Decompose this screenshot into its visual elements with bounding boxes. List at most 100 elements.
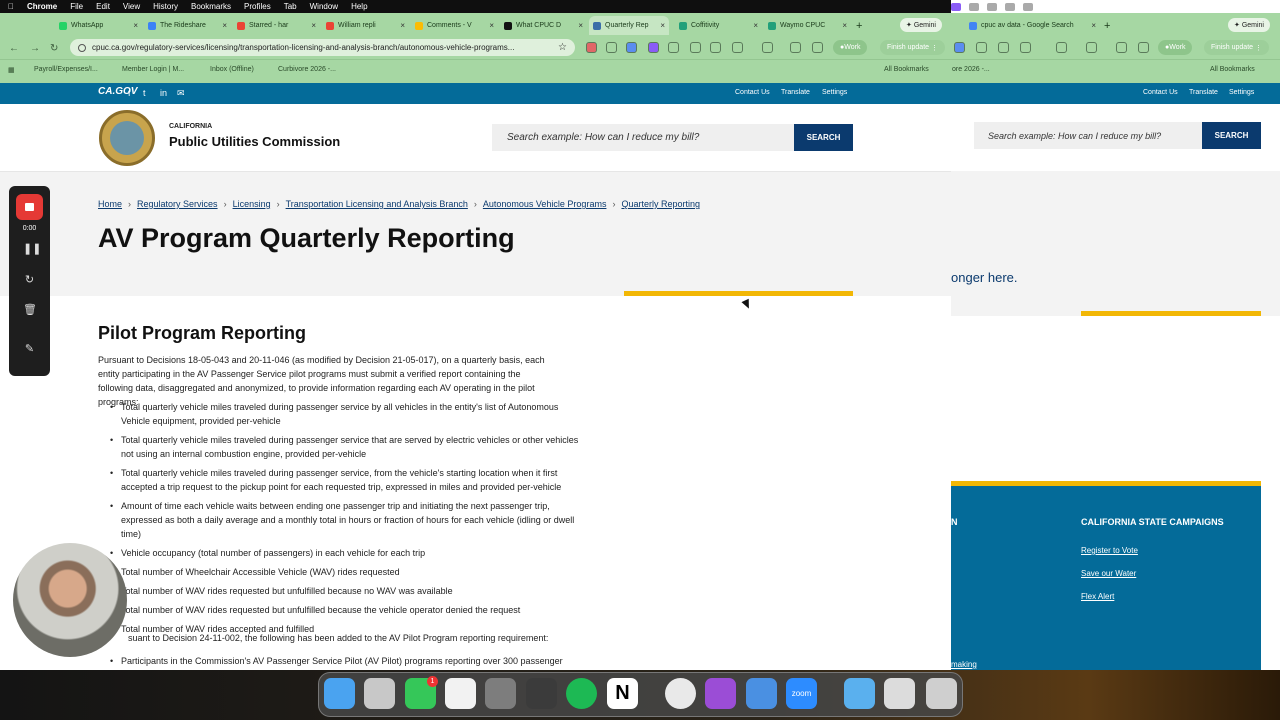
extension-icon[interactable] — [626, 42, 637, 53]
trash-icon[interactable] — [926, 678, 957, 709]
url-field[interactable]: cpuc.ca.gov/regulatory-services/licensin… — [70, 39, 575, 56]
menu-tab[interactable]: Tab — [284, 2, 297, 11]
tab-waymo-cpuc[interactable]: Waymo CPUC × — [764, 16, 851, 35]
close-icon[interactable]: × — [842, 21, 847, 30]
download-icon[interactable] — [1116, 42, 1127, 53]
gemini-button[interactable]: ✦ Gemini — [1228, 18, 1270, 32]
tab-rideshare[interactable]: The Rideshare × — [144, 16, 231, 35]
close-icon[interactable]: × — [489, 21, 494, 30]
forward-icon[interactable]: → — [30, 43, 40, 54]
finder-icon[interactable] — [324, 678, 355, 709]
sidepanel-icon[interactable] — [812, 42, 823, 53]
finish-update-button[interactable]: Finish update ⋮ — [880, 40, 945, 55]
bookmark-item[interactable]: Payroll/Expenses/I... — [34, 66, 98, 73]
clock[interactable]: Thu Nov 20 9:08 AM — [1041, 2, 1114, 11]
menu-app-name[interactable]: Chrome — [27, 2, 57, 11]
status-icon[interactable] — [987, 2, 997, 11]
chrome-icon[interactable] — [665, 678, 696, 709]
iphone-mirroring-icon[interactable] — [526, 678, 557, 709]
close-icon[interactable]: × — [1091, 21, 1096, 30]
search-button[interactable]: SEARCH — [794, 124, 853, 151]
agency-name[interactable]: Public Utilities Commission — [169, 134, 340, 149]
ca-gov-logo[interactable]: CA.GOV — [98, 86, 137, 97]
register-to-vote-link[interactable]: Register to Vote — [1081, 546, 1138, 555]
breadcrumb-licensing[interactable]: Licensing — [233, 199, 271, 209]
extension-icon[interactable] — [1056, 42, 1067, 53]
finish-update-button[interactable]: Finish update ⋮ — [1204, 40, 1269, 55]
translate-link[interactable]: Translate — [1189, 89, 1218, 96]
menu-profiles[interactable]: Profiles — [244, 2, 271, 11]
extension-icon[interactable] — [954, 42, 965, 53]
twitter-icon[interactable]: t — [143, 88, 146, 98]
star-icon[interactable]: ☆ — [558, 42, 567, 53]
launchpad-icon[interactable] — [364, 678, 395, 709]
recent-file-icon[interactable] — [884, 678, 915, 709]
breadcrumb-regulatory-services[interactable]: Regulatory Services — [137, 199, 218, 209]
tab-comments[interactable]: Comments - V × — [411, 16, 498, 35]
footer-link[interactable]: making — [951, 660, 977, 669]
trash-icon[interactable]: 🗑 — [23, 304, 37, 317]
reload-icon[interactable]: ↻ — [50, 43, 58, 54]
tab-coffitivity[interactable]: Coffitivity × — [675, 16, 762, 35]
cpuc-seal-logo[interactable] — [99, 110, 155, 166]
extension-icon[interactable] — [668, 42, 679, 53]
settings-link[interactable]: Settings — [822, 89, 847, 96]
contact-us-link[interactable]: Contact Us — [1143, 89, 1178, 96]
breadcrumb-tlab[interactable]: Transportation Licensing and Analysis Br… — [286, 199, 468, 209]
extension-icon[interactable] — [1020, 42, 1031, 53]
tab-whatsapp[interactable]: WhatsApp × — [55, 16, 142, 35]
webcam-bubble[interactable] — [13, 543, 127, 657]
tab-gmail-starred[interactable]: Starred - har × — [233, 16, 320, 35]
menu-file[interactable]: File — [70, 2, 83, 11]
sidepanel-icon[interactable] — [1138, 42, 1149, 53]
extension-icon[interactable] — [648, 42, 659, 53]
close-icon[interactable]: × — [753, 21, 758, 30]
close-icon[interactable]: × — [311, 21, 316, 30]
menu-edit[interactable]: Edit — [96, 2, 110, 11]
bookmark-item[interactable]: ore 2026 -... — [952, 66, 990, 73]
extension-icon[interactable] — [976, 42, 987, 53]
extension-icon[interactable] — [710, 42, 721, 53]
close-icon[interactable]: × — [660, 21, 665, 30]
bookmark-item[interactable]: Member Login | M... — [122, 66, 184, 73]
search-button[interactable]: SEARCH — [1202, 122, 1261, 149]
split-view-icon[interactable] — [762, 42, 773, 53]
extension-icon[interactable] — [998, 42, 1009, 53]
bookmark-item[interactable]: Curbivore 2026 -... — [278, 66, 336, 73]
search-input[interactable]: Search example: How can I reduce my bill… — [974, 122, 1202, 149]
close-icon[interactable]: × — [133, 21, 138, 30]
translate-link[interactable]: Translate — [781, 89, 810, 96]
app-store-icon[interactable] — [746, 678, 777, 709]
restart-icon[interactable]: ↻ — [23, 274, 36, 287]
breadcrumb-quarterly-reporting[interactable]: Quarterly Reporting — [621, 199, 700, 209]
messages-icon[interactable]: 1 — [405, 676, 438, 709]
extension-icon[interactable] — [690, 42, 701, 53]
extension-icon[interactable] — [586, 42, 597, 53]
stop-recording-button[interactable] — [16, 194, 43, 220]
bookmark-item[interactable]: Inbox (Offline) — [210, 66, 254, 73]
system-settings-icon[interactable] — [485, 678, 516, 709]
search-input[interactable]: Search example: How can I reduce my bill… — [492, 124, 794, 151]
tab-gmail-william[interactable]: William repli × — [322, 16, 409, 35]
download-icon[interactable] — [790, 42, 801, 53]
menu-history[interactable]: History — [153, 2, 178, 11]
tab-google-search[interactable]: cpuc av data - Google Search × — [965, 16, 1100, 35]
new-tab-button[interactable]: + — [1100, 16, 1114, 35]
wifi-icon[interactable] — [1005, 2, 1015, 11]
contact-us-link[interactable]: Contact Us — [735, 89, 770, 96]
facebook-icon[interactable]: f — [128, 88, 131, 98]
reminders-icon[interactable] — [445, 678, 476, 709]
linkedin-icon[interactable]: in — [160, 88, 167, 98]
notion-icon[interactable]: N — [607, 678, 638, 709]
save-our-water-link[interactable]: Save our Water — [1081, 569, 1136, 578]
profile-button[interactable]: ● Work — [1158, 40, 1193, 55]
podcasts-icon[interactable] — [705, 678, 736, 709]
menu-window[interactable]: Window — [310, 2, 338, 11]
menu-view[interactable]: View — [123, 2, 140, 11]
apps-icon[interactable]: ▦ — [8, 66, 15, 74]
email-icon[interactable]: ✉ — [177, 88, 185, 99]
control-center-icon[interactable] — [1023, 2, 1033, 11]
breadcrumb-home[interactable]: Home — [98, 199, 122, 209]
close-icon[interactable]: × — [222, 21, 227, 30]
breadcrumb-av-programs[interactable]: Autonomous Vehicle Programs — [483, 199, 607, 209]
